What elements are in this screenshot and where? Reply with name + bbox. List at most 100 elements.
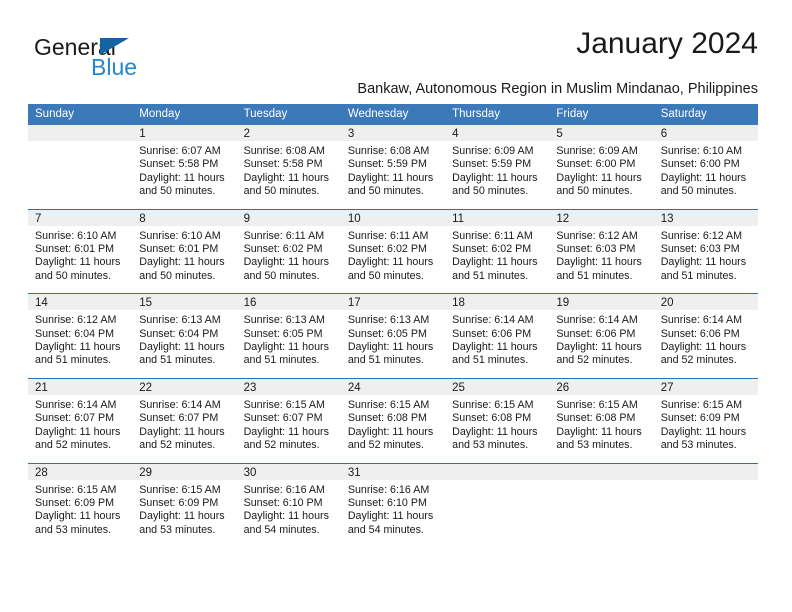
daylight-duration-line2: and 53 minutes. bbox=[556, 439, 633, 452]
day-details: Sunrise: 6:10 AM Sunset: 6:01 PM Daylight:… bbox=[28, 226, 132, 294]
calendar-day-cell[interactable]: 9 Sunrise: 6:11 AM Sunset: 6:02 PM Daylight… bbox=[236, 208, 341, 294]
calendar-day-cell[interactable]: 17 Sunrise: 6:13 AM Sunset: 6:05 PM Dayligh… bbox=[340, 293, 446, 379]
sunset-time: Sunset: 6:01 PM bbox=[35, 243, 115, 256]
daylight-duration-line2: and 51 minutes. bbox=[243, 354, 320, 367]
general-blue-logo[interactable]: General Blue bbox=[34, 34, 234, 82]
day-details: Sunrise: 6:14 AM Sunset: 6:06 PM Daylight:… bbox=[654, 310, 758, 378]
day-details: Sunrise: 6:11 AM Sunset: 6:02 PM Daylight:… bbox=[237, 226, 341, 294]
sunset-time: Sunset: 6:10 PM bbox=[243, 496, 323, 509]
calendar-day-cell[interactable]: 15 Sunrise: 6:13 AM Sunset: 6:04 PM Dayligh… bbox=[132, 293, 237, 379]
calendar-day-cell[interactable]: 8 Sunrise: 6:10 AM Sunset: 6:01 PM Daylight… bbox=[132, 208, 237, 294]
calendar-day-cell[interactable]: 18 Sunrise: 6:14 AM Sunset: 6:06 PM Dayligh… bbox=[445, 293, 550, 379]
sunrise-time: Sunrise: 6:14 AM bbox=[660, 314, 743, 327]
calendar-day-cell[interactable]: 25 Sunrise: 6:15 AM Sunset: 6:08 PM Dayligh… bbox=[445, 377, 550, 463]
daylight-duration-line1: Daylight: 11 hours bbox=[660, 256, 747, 269]
daylight-duration-line2: and 51 minutes. bbox=[347, 354, 424, 367]
sunrise-time: Sunrise: 6:15 AM bbox=[139, 483, 221, 496]
calendar-day-cell-empty bbox=[549, 462, 654, 548]
daylight-duration-line2: and 52 minutes. bbox=[347, 439, 424, 452]
day-number: 1 bbox=[132, 125, 237, 141]
sunrise-time: Sunrise: 6:14 AM bbox=[556, 314, 638, 327]
daylight-duration-line1: Daylight: 11 hours bbox=[139, 171, 225, 184]
daylight-duration-line2: and 53 minutes. bbox=[660, 439, 737, 452]
calendar-day-cell[interactable]: 16 Sunrise: 6:13 AM Sunset: 6:05 PM Dayligh… bbox=[236, 293, 341, 379]
triangle-icon bbox=[100, 38, 129, 55]
daylight-duration-line2: and 51 minutes. bbox=[660, 269, 737, 282]
day-details: Sunrise: 6:07 AM Sunset: 5:58 PM Daylight:… bbox=[132, 141, 236, 209]
calendar-day-cell[interactable]: 6 Sunrise: 6:10 AM Sunset: 6:00 PM Daylight… bbox=[653, 125, 758, 209]
daylight-duration-line1: Daylight: 11 hours bbox=[243, 171, 329, 184]
calendar-day-cell[interactable]: 14 Sunrise: 6:12 AM Sunset: 6:04 PM Dayligh… bbox=[28, 293, 133, 379]
day-details: Sunrise: 6:15 AM Sunset: 6:09 PM Daylight:… bbox=[28, 480, 132, 548]
day-details: Sunrise: 6:10 AM Sunset: 6:00 PM Daylight:… bbox=[654, 141, 758, 209]
daylight-duration-line2: and 50 minutes. bbox=[452, 185, 529, 198]
day-number: 7 bbox=[28, 209, 133, 226]
calendar-day-cell[interactable]: 30 Sunrise: 6:16 AM Sunset: 6:10 PM Dayligh… bbox=[236, 462, 341, 548]
daylight-duration-line1: Daylight: 11 hours bbox=[452, 171, 538, 184]
calendar-day-cell[interactable]: 20 Sunrise: 6:14 AM Sunset: 6:06 PM Dayligh… bbox=[653, 293, 758, 379]
calendar-day-cell[interactable]: 21 Sunrise: 6:14 AM Sunset: 6:07 PM Dayligh… bbox=[28, 377, 133, 463]
sunrise-time: Sunrise: 6:07 AM bbox=[139, 145, 221, 157]
calendar-day-cell[interactable]: 1 Sunrise: 6:07 AM Sunset: 5:58 PM Daylight… bbox=[132, 125, 237, 209]
day-details: Sunrise: 6:16 AM Sunset: 6:10 PM Daylight:… bbox=[341, 480, 445, 548]
calendar-week-row: 28 Sunrise: 6:15 AM Sunset: 6:09 PM Dayligh… bbox=[28, 462, 758, 548]
day-details: Sunrise: 6:09 AM Sunset: 5:59 PM Daylight:… bbox=[445, 141, 549, 209]
calendar-day-cell[interactable]: 22 Sunrise: 6:14 AM Sunset: 6:07 PM Dayligh… bbox=[132, 377, 237, 463]
day-details: Sunrise: 6:11 AM Sunset: 6:02 PM Daylight:… bbox=[341, 226, 445, 294]
weekday-header-wednesday: Wednesday bbox=[340, 104, 446, 125]
calendar-day-cell[interactable]: 7 Sunrise: 6:10 AM Sunset: 6:01 PM Daylight… bbox=[28, 208, 133, 294]
calendar-day-cell[interactable]: 4 Sunrise: 6:09 AM Sunset: 5:59 PM Daylight… bbox=[445, 125, 550, 209]
sunset-time: Sunset: 6:10 PM bbox=[347, 496, 427, 509]
calendar-day-cell[interactable]: 3 Sunrise: 6:08 AM Sunset: 5:59 PM Daylight… bbox=[340, 125, 446, 209]
calendar-day-cell[interactable]: 31 Sunrise: 6:16 AM Sunset: 6:10 PM Dayligh… bbox=[340, 462, 446, 548]
calendar-day-cell-empty bbox=[653, 462, 758, 548]
sunset-time: Sunset: 5:59 PM bbox=[347, 158, 427, 171]
sunset-time: Sunset: 6:09 PM bbox=[35, 496, 115, 509]
sunrise-time: Sunrise: 6:09 AM bbox=[556, 145, 638, 157]
calendar-day-cell[interactable]: 19 Sunrise: 6:14 AM Sunset: 6:06 PM Dayligh… bbox=[549, 293, 654, 379]
sunrise-time: Sunrise: 6:12 AM bbox=[35, 314, 117, 327]
calendar-day-cell[interactable]: 10 Sunrise: 6:11 AM Sunset: 6:02 PM Dayligh… bbox=[340, 208, 446, 294]
daylight-duration-line2: and 52 minutes. bbox=[556, 354, 633, 367]
sunset-time: Sunset: 6:00 PM bbox=[556, 158, 636, 171]
calendar-day-cell[interactable]: 26 Sunrise: 6:15 AM Sunset: 6:08 PM Dayligh… bbox=[549, 377, 654, 463]
calendar-day-cell[interactable]: 5 Sunrise: 6:09 AM Sunset: 6:00 PM Daylight… bbox=[549, 125, 654, 209]
sunset-time: Sunset: 6:08 PM bbox=[556, 412, 636, 425]
sunset-time: Sunset: 6:09 PM bbox=[139, 496, 219, 509]
calendar-day-cell[interactable]: 27 Sunrise: 6:15 AM Sunset: 6:09 PM Dayligh… bbox=[653, 377, 758, 463]
day-number: 24 bbox=[340, 378, 446, 395]
day-details: Sunrise: 6:14 AM Sunset: 6:06 PM Daylight:… bbox=[549, 310, 653, 378]
day-details: Sunrise: 6:14 AM Sunset: 6:07 PM Daylight:… bbox=[132, 395, 236, 463]
sunrise-time: Sunrise: 6:08 AM bbox=[243, 145, 325, 157]
sunset-time: Sunset: 6:06 PM bbox=[556, 327, 636, 340]
sunrise-time: Sunrise: 6:15 AM bbox=[347, 398, 430, 411]
calendar-day-cell[interactable]: 28 Sunrise: 6:15 AM Sunset: 6:09 PM Dayligh… bbox=[28, 462, 133, 548]
daylight-duration-line1: Daylight: 11 hours bbox=[452, 341, 538, 354]
day-details: Sunrise: 6:08 AM Sunset: 5:59 PM Daylight:… bbox=[341, 141, 445, 209]
sunrise-time: Sunrise: 6:14 AM bbox=[35, 398, 117, 411]
daylight-duration-line2: and 50 minutes. bbox=[347, 185, 424, 198]
sunset-time: Sunset: 6:07 PM bbox=[243, 412, 323, 425]
day-number: 13 bbox=[653, 209, 758, 226]
daylight-duration-line2: and 52 minutes. bbox=[660, 354, 737, 367]
calendar-day-cell[interactable]: 11 Sunrise: 6:11 AM Sunset: 6:02 PM Dayligh… bbox=[445, 208, 550, 294]
sunset-time: Sunset: 6:03 PM bbox=[660, 243, 740, 256]
daylight-duration-line1: Daylight: 11 hours bbox=[660, 425, 747, 438]
day-number: 23 bbox=[236, 378, 341, 395]
day-number: 3 bbox=[340, 125, 446, 141]
calendar-day-cell[interactable]: 12 Sunrise: 6:12 AM Sunset: 6:03 PM Dayligh… bbox=[549, 208, 654, 294]
weekday-header-saturday: Saturday bbox=[653, 104, 758, 125]
daylight-duration-line2: and 52 minutes. bbox=[243, 439, 320, 452]
sunrise-time: Sunrise: 6:10 AM bbox=[660, 145, 743, 157]
calendar-day-cell[interactable]: 23 Sunrise: 6:15 AM Sunset: 6:07 PM Dayligh… bbox=[236, 377, 341, 463]
weekday-header-sunday: Sunday bbox=[28, 104, 133, 125]
day-number: 29 bbox=[132, 463, 237, 480]
calendar-week-row: 21 Sunrise: 6:14 AM Sunset: 6:07 PM Dayligh… bbox=[28, 377, 758, 463]
day-details: Sunrise: 6:12 AM Sunset: 6:03 PM Daylight:… bbox=[654, 226, 758, 294]
calendar-day-cell[interactable]: 24 Sunrise: 6:15 AM Sunset: 6:08 PM Dayligh… bbox=[340, 377, 446, 463]
calendar-header-row: Sunday Monday Tuesday Wednesday Thursday… bbox=[28, 104, 758, 125]
calendar-day-cell[interactable]: 13 Sunrise: 6:12 AM Sunset: 6:03 PM Dayligh… bbox=[653, 208, 758, 294]
daylight-duration-line1: Daylight: 11 hours bbox=[452, 256, 538, 269]
calendar-day-cell[interactable]: 29 Sunrise: 6:15 AM Sunset: 6:09 PM Dayligh… bbox=[132, 462, 237, 548]
calendar-day-cell[interactable]: 2 Sunrise: 6:08 AM Sunset: 5:58 PM Daylight… bbox=[236, 125, 341, 209]
